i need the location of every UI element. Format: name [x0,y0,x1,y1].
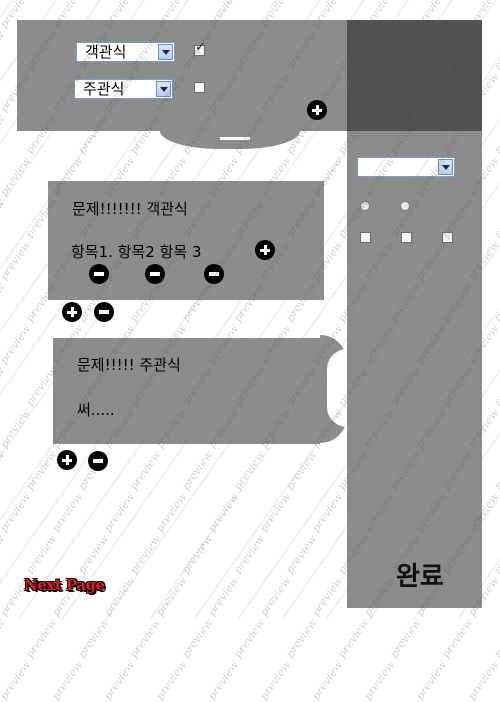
watermark-text: preview [491,616,500,661]
sidebar-radio-2[interactable] [400,201,410,211]
watermark-text: preview [439,616,476,661]
remove-item-3-button[interactable] [204,264,224,284]
done-button[interactable]: 완료 [396,556,444,593]
watermark-text: preview [309,658,346,702]
panel-tab-decoration [160,131,300,153]
watermark-text: preview [283,448,320,493]
watermark-text: preview [0,196,8,241]
watermark-text: preview [0,238,34,283]
sidebar-checkbox-3[interactable] [442,232,453,243]
watermark-text: preview [179,448,216,493]
subjective-type-select-value: 주관식 [83,80,125,98]
watermark-text: preview [23,616,60,661]
watermark-text: preview [0,28,8,73]
objective-question-items: 항목1. 항목2 항목 3 [71,243,202,261]
subjective-question-title: 문제!!!!! 주관식 [77,356,181,374]
watermark-text: preview [205,490,242,535]
watermark-text: preview [49,490,86,535]
remove-question-button[interactable] [94,302,114,322]
watermark-text: preview [257,574,294,619]
sidebar-radio-1[interactable] [360,201,370,211]
watermark-text: preview [75,616,112,661]
add-item-button[interactable] [255,240,275,260]
watermark-text: preview [413,658,450,702]
objective-type-select[interactable]: 객관식 [76,42,175,62]
watermark-text: preview [257,658,294,702]
watermark-text: preview [0,154,34,199]
watermark-text: preview [127,532,164,577]
watermark-text: preview [283,532,320,577]
watermark-text: preview [361,658,398,702]
watermark-text: preview [0,406,34,451]
watermark-text: preview [205,658,242,702]
objective-type-checkbox[interactable] [194,40,206,56]
remove-question-button-2[interactable] [88,451,108,471]
watermark-text: preview [257,490,294,535]
next-page-button[interactable]: Next Page [24,576,105,594]
sidebar-header-panel [347,20,482,131]
chevron-down-icon[interactable] [158,44,173,60]
watermark-text: preview [0,490,34,535]
watermark-text: preview [179,616,216,661]
watermark-text: preview [0,364,8,409]
watermark-text: preview [23,532,60,577]
watermark-text: preview [0,448,8,493]
watermark-text: preview [75,532,112,577]
watermark-text: preview [491,196,500,241]
watermark-text: preview [23,448,60,493]
objective-type-select-value: 객관식 [85,43,127,61]
sidebar-checkbox-1[interactable] [360,232,371,243]
watermark-text: preview [101,574,138,619]
watermark-text: preview [0,616,8,661]
chevron-down-icon[interactable] [156,81,171,97]
objective-question-title: 문제!!!!!!! 객관식 [72,200,188,218]
watermark-text: preview [231,532,268,577]
watermark-text: preview [335,616,372,661]
watermark-text: preview [153,574,190,619]
add-question-button-2[interactable] [57,450,77,470]
subjective-type-select[interactable]: 주관식 [74,79,173,99]
watermark-text: preview [231,616,268,661]
subjective-answer-text[interactable]: 써..... [77,399,115,420]
watermark-text: preview [127,616,164,661]
add-question-button[interactable] [62,302,82,322]
watermark-text: preview [465,658,500,702]
watermark-text: preview [179,532,216,577]
watermark-text: preview [49,658,86,702]
card-bracket-decoration [320,335,347,443]
sidebar-select[interactable] [357,157,455,177]
watermark-text: preview [283,616,320,661]
watermark-text: preview [153,490,190,535]
watermark-text: preview [231,448,268,493]
watermark-text: preview [0,658,34,702]
watermark-text: preview [309,490,346,535]
remove-item-1-button[interactable] [89,264,109,284]
watermark-text: preview [205,574,242,619]
subjective-type-checkbox[interactable] [194,82,205,93]
watermark-text: preview [491,28,500,73]
watermark-text: preview [101,490,138,535]
add-question-type-button[interactable] [307,100,327,120]
watermark-text: preview [309,574,346,619]
watermark-text: preview [491,364,500,409]
question-type-panel [17,20,347,131]
watermark-text: preview [491,532,500,577]
watermark-text: preview [0,322,34,367]
watermark-text: preview [491,280,500,325]
watermark-text: preview [127,448,164,493]
watermark-text: preview [0,112,8,157]
remove-item-2-button[interactable] [145,264,165,284]
sidebar-checkbox-2[interactable] [401,232,412,243]
watermark-text: preview [0,532,8,577]
chevron-down-icon[interactable] [438,159,453,175]
watermark-text: preview [491,112,500,157]
watermark-text: preview [101,658,138,702]
watermark-text: preview [0,280,8,325]
watermark-text: preview [491,448,500,493]
watermark-text: preview [153,658,190,702]
watermark-text: preview [387,616,424,661]
